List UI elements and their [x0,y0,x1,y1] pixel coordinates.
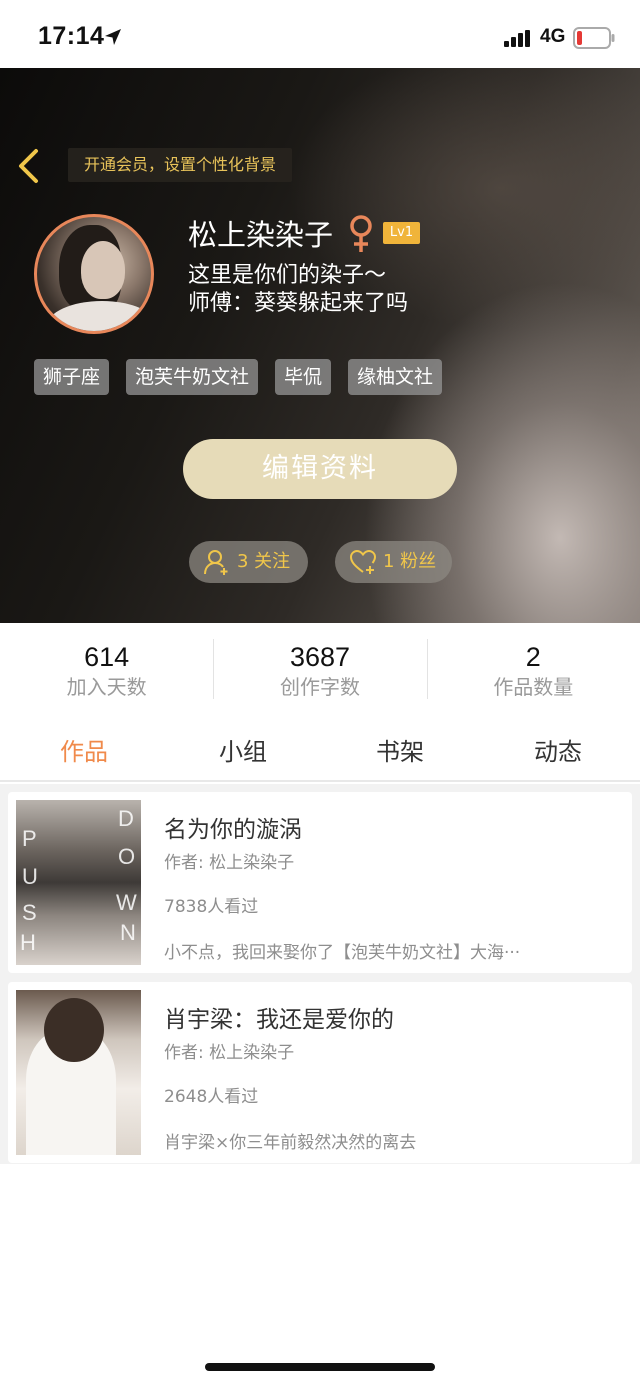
following-button[interactable]: 3 关注 [189,541,308,583]
profile-header: 开通会员，设置个性化背景 松上染染子 Lv1 这里是你们的染子～ 师傅：葵葵躲起… [0,68,640,623]
cover-letter: H [20,930,36,955]
tag[interactable]: 缘柚文社 [348,359,443,395]
work-author: 作者: 松上染染子 [164,853,295,873]
status-bar: 17:14 4G [0,0,640,68]
bio-line: 这里是你们的染子～ [188,263,387,288]
work-title: 肖宇梁：我还是爱你的 [164,1007,394,1033]
user-nickname: 松上染染子 [188,218,334,252]
stat-word-count: 3687 创作字数 [213,623,426,713]
network-type: 4G [540,26,566,47]
avatar[interactable] [34,214,154,334]
work-title: 名为你的漩涡 [164,817,302,843]
user-bio: 这里是你们的染子～ 师傅：葵葵躲起来了吗 [188,262,408,318]
stat-works-count: 2 作品数量 [426,623,640,713]
tag[interactable]: 泡芙牛奶文社 [126,359,259,395]
stat-label: 加入天数 [66,675,147,699]
edit-profile-button[interactable]: 编辑资料 [183,439,457,499]
battery-low-icon [573,27,615,49]
tag[interactable]: 毕侃 [275,359,332,395]
home-indicator[interactable] [205,1363,435,1371]
fans-count: 1 粉丝 [383,551,437,572]
cover-letter: U [22,864,38,889]
location-arrow-icon [105,29,121,45]
works-list: P D U O S W H N 名为你的漩涡 作者: 松上染染子 7838人看过… [0,784,640,1164]
stat-value: 2 [525,642,541,672]
list-item[interactable]: 肖宇梁：我还是爱你的 作者: 松上染染子 2648人看过 肖宇梁×你三年前毅然决… [8,982,632,1163]
tab-groups[interactable]: 小组 [219,732,267,767]
stat-value: 614 [84,642,130,672]
work-author: 作者: 松上染染子 [164,1043,295,1063]
cover-letter: W [116,890,137,915]
cover-letter: S [22,900,37,925]
tab-works[interactable]: 作品 [60,732,108,767]
profile-screen: 17:14 4G 开通会员，设置个性化背景 松上染染子 Lv1 这里是你们的染子… [0,0,640,1385]
tab-bookshelf[interactable]: 书架 [376,732,424,767]
female-icon [350,215,372,252]
bio-line: 师傅：葵葵躲起来了吗 [188,291,409,316]
tab-activity[interactable]: 动态 [534,732,582,767]
level-badge: Lv1 [383,222,420,244]
heart-plus-icon [349,549,377,574]
cover-letter: P [22,826,37,851]
tag-list: 狮子座 泡芙牛奶文社 毕侃 缘柚文社 [34,359,443,395]
work-description: 肖宇梁×你三年前毅然决然的离去 [164,1133,417,1153]
vip-background-banner[interactable]: 开通会员，设置个性化背景 [68,148,293,182]
cover-letter: O [118,844,136,869]
tag[interactable]: 狮子座 [34,359,110,395]
list-item[interactable]: P D U O S W H N 名为你的漩涡 作者: 松上染染子 7838人看过… [8,792,632,973]
add-user-icon [204,550,228,575]
stat-label: 创作字数 [279,675,360,699]
work-views: 7838人看过 [164,897,259,917]
cover-letter: D [118,806,134,831]
stat-value: 3687 [289,642,351,672]
stat-label: 作品数量 [493,675,574,699]
profile-tabs: 作品 小组 书架 动态 [0,716,640,782]
work-views: 2648人看过 [164,1087,259,1107]
fans-button[interactable]: 1 粉丝 [335,541,452,583]
following-count: 3 关注 [237,551,291,572]
signal-bars-icon [504,30,530,47]
chevron-left-icon[interactable] [14,148,44,184]
work-cover [16,990,141,1155]
stat-join-days: 614 加入天数 [0,623,213,713]
work-cover: P D U O S W H N [16,800,141,965]
stats-row: 614 加入天数 3687 创作字数 2 作品数量 [0,623,640,713]
status-time: 17:14 [38,22,105,50]
work-description: 小不点，我回来娶你了【泡芙牛奶文社】大海··· [164,943,521,963]
cover-letter: N [120,920,136,945]
